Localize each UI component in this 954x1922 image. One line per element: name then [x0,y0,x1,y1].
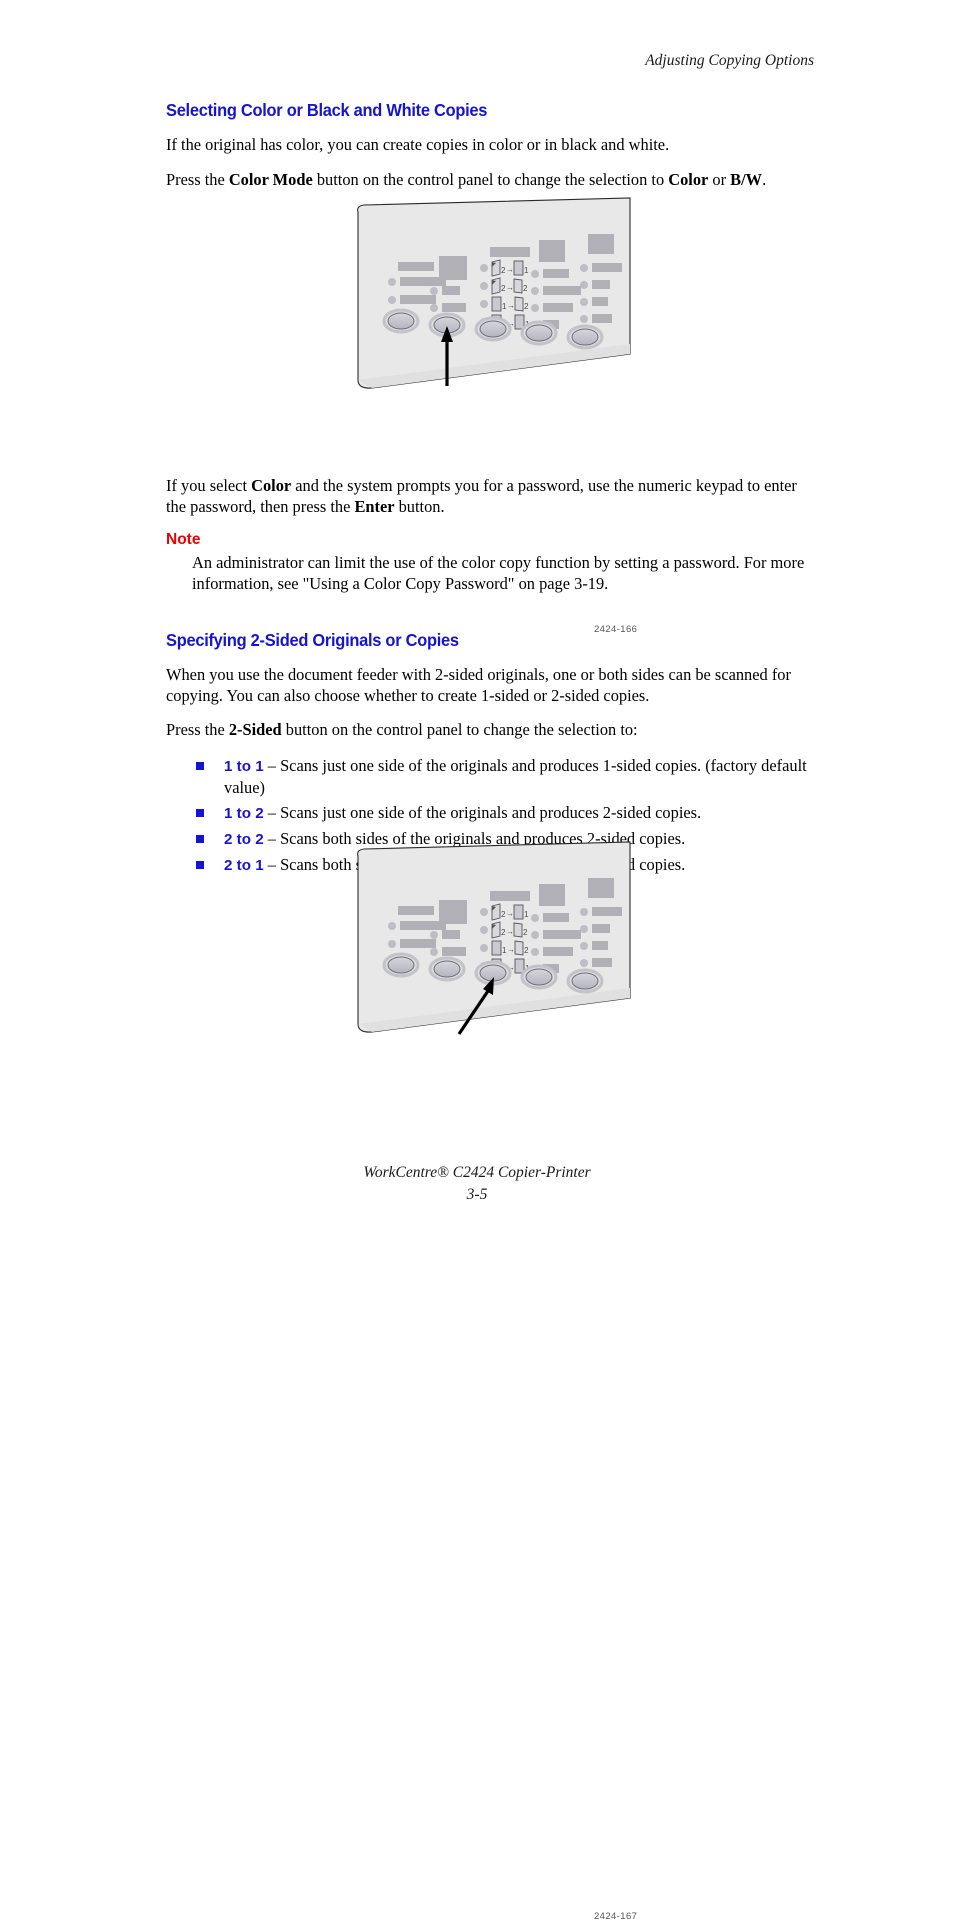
footer-page-number: 3-5 [466,1186,488,1203]
heading-selecting-color-copies: Selecting Color or Black and White Copie… [166,100,488,120]
paragraph-original-has-color: If the original has color, you can creat… [166,135,670,154]
text-frag: button. [394,496,445,516]
term-two-sided: 2-Sided [228,720,282,739]
document-page: Adjusting Copying Options Selecting Colo… [0,0,954,1922]
text-frag: button on the control panel to change th… [312,169,669,189]
svg-text:→: → [506,927,514,936]
list-item: 1 to 2 – Scans just one side of the orig… [166,802,814,824]
term-color-2: Color [251,476,292,495]
figure-control-panel-color-mode: 2 → 1 2 → 2 1 → 2 → 2424-166 [0,196,954,635]
paragraph-press-color-mode: Press the Color Mode button on the contr… [166,170,814,191]
text-frag: or [708,169,731,189]
term-color-mode: Color Mode [228,169,313,189]
note-text: An administrator can limit the use of th… [192,553,805,593]
term-enter: Enter [354,496,395,516]
paragraph-press-two-sided: Press the 2-Sided button on the control … [166,720,814,741]
svg-text:2: 2 [523,284,528,293]
text-frag: Press the [166,720,229,739]
figure-2-caption: 2424-167 [594,1911,638,1922]
panel-button-2-inner[interactable] [433,960,461,978]
svg-text:→: → [507,945,515,954]
svg-text:→: → [507,301,515,310]
panel-button-1-inner[interactable] [387,312,415,330]
svg-text:2: 2 [523,928,528,937]
svg-text:→: → [506,909,514,918]
control-panel-illustration-2: 2 → 1 2 → 2 1 → 2 → [357,841,631,1035]
paragraph-document-feeder: When you use the document feeder with 2-… [166,665,791,705]
term-bw: B/W [730,169,763,189]
text-frag: . [762,169,767,189]
panel-button-5-inner[interactable] [571,972,599,990]
svg-text:2: 2 [524,946,529,955]
option-description: – Scans just one side of the originals a… [263,802,702,822]
bullet-square-icon [196,761,204,770]
note-label: Note [166,531,201,548]
heading-specifying-two-sided: Specifying 2-Sided Originals or Copies [166,630,459,650]
bullet-square-icon [196,808,204,817]
svg-text:1: 1 [524,266,529,275]
panel-button-5-inner[interactable] [571,328,599,346]
figure-control-panel-two-sided: 2 → 1 2 → 2 1 → 2 → 2424-167 [0,840,954,1922]
running-header: Adjusting Copying Options [645,52,814,69]
control-panel-illustration-1: 2 → 1 2 → 2 1 → 2 → [357,197,631,389]
svg-text:→: → [506,283,514,292]
text-frag: If you select [166,476,252,495]
text-frag: button on the control panel to change th… [281,720,638,739]
panel-button-4-inner[interactable] [525,324,553,342]
svg-text:→: → [506,265,514,274]
option-term: 1 to 1 [224,757,264,775]
figure-1-caption: 2424-166 [594,624,638,635]
footer-product-title: WorkCentre® C2424 Copier-Printer [363,1164,591,1181]
panel-button-1-inner[interactable] [387,956,415,974]
option-term: 1 to 2 [224,804,264,822]
text-frag: Press the [166,169,229,189]
panel-button-4-inner[interactable] [525,968,553,986]
list-item: 1 to 1 – Scans just one side of the orig… [166,755,814,798]
svg-text:1: 1 [524,910,529,919]
svg-text:2: 2 [524,302,529,311]
option-description: – Scans just one side of the originals a… [224,755,807,797]
term-color: Color [668,169,709,189]
paragraph-color-password: If you select Color and the system promp… [166,476,814,517]
panel-button-3-inner[interactable] [479,320,507,338]
